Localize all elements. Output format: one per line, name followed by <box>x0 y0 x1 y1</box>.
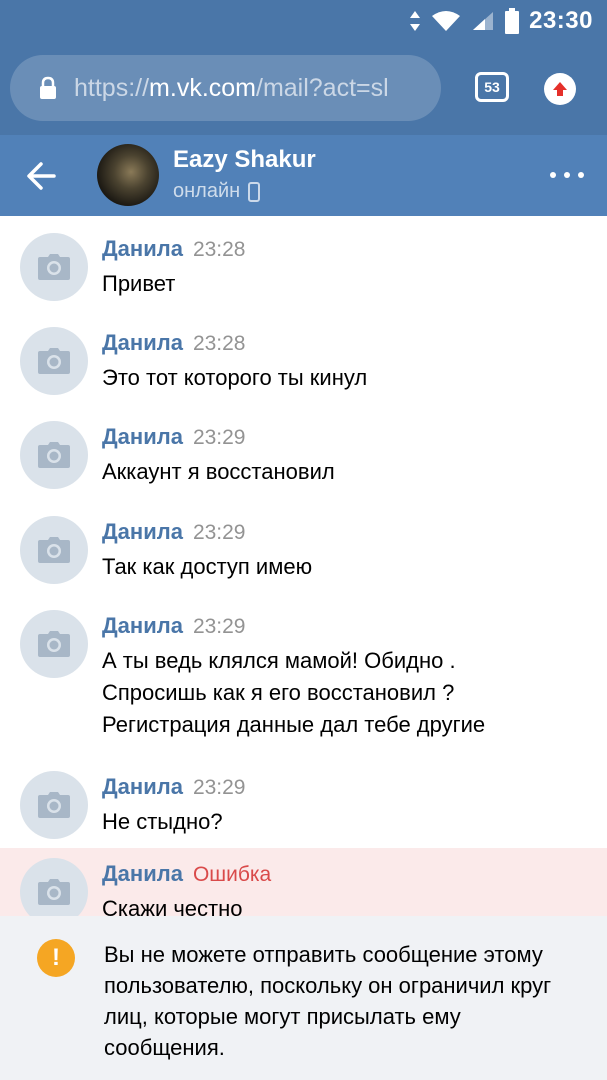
message-time: 23:29 <box>192 426 246 449</box>
dot-icon <box>578 172 584 178</box>
dot-icon <box>550 172 556 178</box>
message-item[interactable]: Данила 23:29 Аккаунт я восстановил <box>0 404 607 499</box>
send-restriction-notice: ! Вы не можете отправить сообщение этому… <box>0 916 607 1080</box>
message-time: 23:29 <box>192 776 246 799</box>
contact-status: онлайн <box>173 180 261 203</box>
browser-toolbar: https://m.vk.com/mail?act=sl 53 <box>0 42 607 135</box>
notice-text: Вы не можете отправить сообщение этому п… <box>104 942 552 1060</box>
wifi-icon <box>432 11 461 31</box>
back-button[interactable] <box>22 157 62 195</box>
message-author[interactable]: Данила 23:29 <box>102 613 246 639</box>
dot-icon <box>564 172 570 178</box>
sender-avatar[interactable] <box>20 327 88 395</box>
sender-avatar[interactable] <box>20 771 88 839</box>
message-text: Не стыдно? <box>102 809 223 834</box>
battery-icon <box>505 8 520 34</box>
message-time: 23:29 <box>192 615 246 638</box>
camera-icon <box>38 254 70 280</box>
message-author[interactable]: Данила 23:29 <box>102 424 246 450</box>
mobile-phone-icon <box>248 181 261 202</box>
camera-icon <box>38 879 70 905</box>
camera-icon <box>38 631 70 657</box>
data-arrows-icon <box>410 11 421 31</box>
arrow-up-icon <box>553 82 567 96</box>
message-item[interactable]: Данила 23:28 Это тот которого ты кинул <box>0 310 607 404</box>
camera-icon <box>38 348 70 374</box>
message-author[interactable]: Данила Ошибка <box>102 861 271 887</box>
url-field[interactable]: https://m.vk.com/mail?act=sl <box>10 55 441 121</box>
message-item[interactable]: Данила 23:29 Так как доступ имею <box>0 499 607 593</box>
message-author[interactable]: Данила 23:29 <box>102 774 246 800</box>
message-text: Так как доступ имею <box>102 554 313 579</box>
message-time: 23:29 <box>192 521 246 544</box>
url-path: /mail?act=sl <box>256 73 389 102</box>
message-author[interactable]: Данила 23:29 <box>102 519 246 545</box>
tab-count: 53 <box>484 79 500 95</box>
message-list: Данила 23:28 Привет Данила 23:28 Это тот к… <box>0 216 607 916</box>
camera-icon <box>38 537 70 563</box>
cell-signal-icon <box>473 12 494 30</box>
tab-switcher-button[interactable]: 53 <box>475 72 509 102</box>
sender-avatar[interactable] <box>20 516 88 584</box>
sender-avatar[interactable] <box>20 610 88 678</box>
contact-name[interactable]: Eazy Shakur <box>173 146 316 174</box>
message-text: Скажи честно <box>102 896 243 916</box>
message-author[interactable]: Данила 23:28 <box>102 330 246 356</box>
message-error-label[interactable]: Ошибка <box>193 863 271 886</box>
message-item[interactable]: Данила 23:29 Не стыдно? <box>0 754 607 848</box>
upload-button[interactable] <box>544 73 576 105</box>
message-time: 23:28 <box>192 238 246 261</box>
message-text: А ты ведь клялся мамой! Обидно . Спросиш… <box>102 648 486 737</box>
status-bar: 23:30 <box>0 0 607 42</box>
url-host: m.vk.com <box>149 73 256 102</box>
contact-avatar[interactable] <box>97 144 159 206</box>
clock: 23:30 <box>529 7 593 34</box>
more-options-button[interactable] <box>550 163 584 187</box>
message-text: Это тот которого ты кинул <box>102 365 368 390</box>
warning-icon: ! <box>37 939 75 977</box>
arrow-left-icon <box>27 162 56 190</box>
camera-icon <box>38 442 70 468</box>
message-item[interactable]: Данила 23:28 Привет <box>0 216 607 310</box>
message-item-failed[interactable]: Данила Ошибка Скажи честно <box>0 848 607 916</box>
sender-avatar[interactable] <box>20 858 88 916</box>
sender-avatar[interactable] <box>20 421 88 489</box>
message-text: Привет <box>102 271 176 296</box>
chat-header: Eazy Shakur онлайн <box>0 135 607 216</box>
online-status-text: онлайн <box>173 180 241 202</box>
status-icons: 23:30 <box>409 6 593 36</box>
message-time: 23:28 <box>192 332 246 355</box>
message-text: Аккаунт я восстановил <box>102 459 335 484</box>
sender-avatar[interactable] <box>20 233 88 301</box>
url-prefix: https:// <box>74 73 150 102</box>
url-text: https://m.vk.com/mail?act=sl <box>74 74 389 103</box>
camera-icon <box>38 792 70 818</box>
message-author[interactable]: Данила 23:28 <box>102 236 246 262</box>
lock-icon <box>40 76 56 99</box>
message-item[interactable]: Данила 23:29 А ты ведь клялся мамой! Обид… <box>0 593 607 754</box>
